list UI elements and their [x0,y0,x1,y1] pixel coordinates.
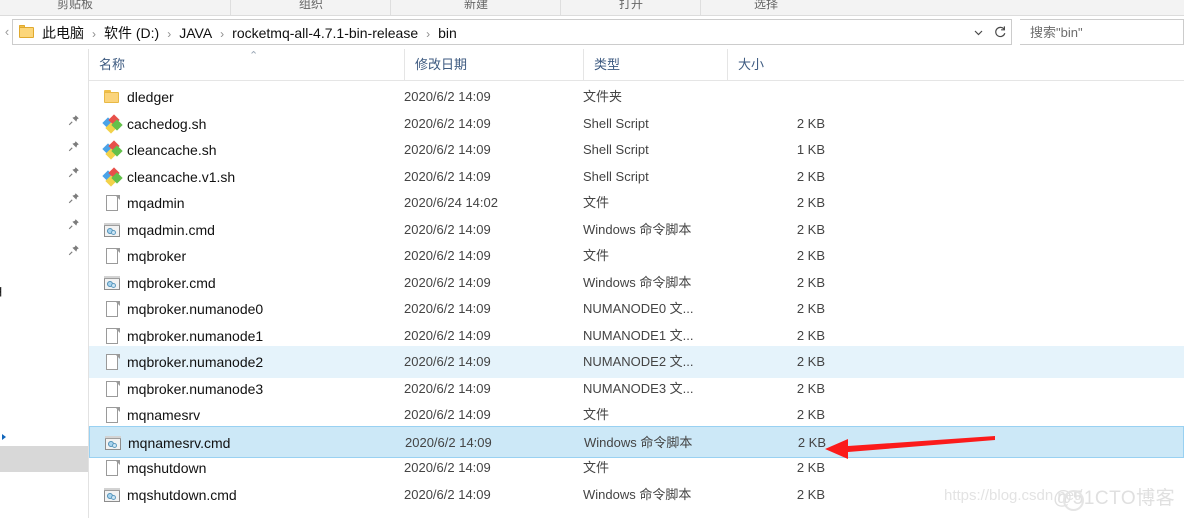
nav-tree-item-8[interactable] [0,385,88,411]
ribbon-strip: 剪贴板 组织 新建 打开 选择 [0,0,1184,16]
breadcrumb: 此电脑 › 软件 (D:) › JAVA › rocketmq-all-4.7.1-bin-… [41,20,458,46]
navigation-pane[interactable]: ) 릁 Mq [0,49,89,518]
file-explorer-window: 剪贴板 组织 新建 打开 选择 ‹ 此电脑 › 软件 (D:) › JAVA › rocketmq-… [0,0,1184,518]
search-placeholder: 搜索"bin" [1030,25,1083,40]
breadcrumb-separator: › [220,27,225,41]
folder-icon [19,25,34,38]
breadcrumb-separator: › [167,27,172,41]
chevron-down-icon[interactable] [967,20,989,44]
nav-tree-item-2[interactable] [0,154,88,180]
file-rows: dledger 2020/6/2 14:09 文件夹 cachedog.sh 2020/… [89,80,1184,518]
breadcrumb-item-1[interactable]: 软件 (D:) [103,25,160,41]
address-bar: ‹ 此电脑 › 软件 (D:) › JAVA › rocketmq-all-4.7.1-bi… [0,16,1184,48]
file-size-cell: 2 KB [796,486,825,502]
ribbon-group-4: 选择 [700,0,831,15]
breadcrumb-item-3[interactable]: rocketmq-all-4.7.1-bin-release [231,25,419,41]
breadcrumb-item-2[interactable]: JAVA [178,25,213,41]
search-input[interactable]: 搜索"bin" [1020,19,1184,45]
nav-tree-item-0[interactable] [0,102,88,128]
nav-tree-item-5[interactable]: 릁 [0,232,88,258]
nav-tree-item-label: Mq [0,277,2,303]
pin-icon [68,213,80,230]
file-name-cell: mqshutdown.cmd [127,486,237,503]
ribbon-group-2: 新建 [390,0,561,15]
watermark-logo-icon [1063,490,1084,511]
pin-icon [68,161,80,178]
column-header-row: 名称 修改日期 类型 大小 ⌃ [89,49,1184,81]
ribbon-group-3: 打开 [560,0,701,15]
pin-icon [68,187,80,204]
pin-icon [68,135,80,152]
nav-tree-item-7[interactable] [0,354,88,380]
breadcrumb-separator: › [426,27,431,41]
file-list-pane: 名称 修改日期 类型 大小 ⌃ dledger 2020/6/2 14:09 文件夹 cach… [89,49,1184,518]
nav-tree-item-3[interactable] [0,180,88,206]
nav-tree-item-1[interactable]: ) [0,128,88,154]
column-header-0[interactable]: 名称 [89,49,404,80]
column-header-1[interactable]: 修改日期 [404,49,583,80]
breadcrumb-item-4[interactable]: bin [437,25,458,41]
sort-ascending-icon: ⌃ [249,50,259,62]
file-type-cell: Windows 命令脚本 [583,486,692,502]
breadcrumb-bar[interactable]: 此电脑 › 软件 (D:) › JAVA › rocketmq-all-4.7.1-bin-… [12,19,1012,45]
nav-tree-item-6[interactable]: Mq [0,277,88,303]
tree-expand-caret-icon[interactable] [2,434,6,440]
nav-tree-item-10[interactable] [0,446,88,472]
pin-icon [68,239,80,256]
refresh-icon[interactable] [989,20,1011,44]
breadcrumb-item-0[interactable]: 此电脑 [41,25,85,41]
ribbon-group-0: 剪贴板 [56,0,93,11]
column-header-2[interactable]: 类型 [583,49,727,80]
file-date-cell: 2020/6/2 14:09 [404,486,491,502]
column-header-3[interactable]: 大小 [727,49,825,80]
pin-icon [68,109,80,126]
breadcrumb-separator: › [92,27,96,41]
ribbon-group-1: 组织 [230,0,391,15]
address-bar-controls [967,20,1011,44]
nav-tree-item-4[interactable] [0,206,88,232]
